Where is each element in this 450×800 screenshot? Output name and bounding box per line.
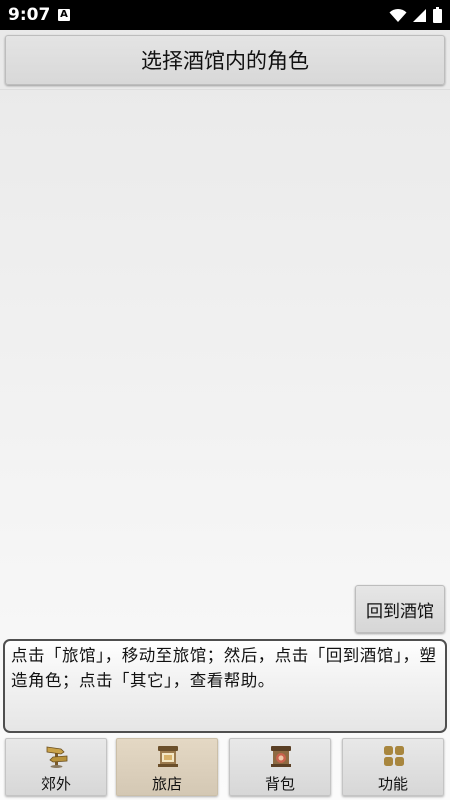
tab-label: 背包 — [264, 775, 295, 793]
status-bar: 9:07 A — [0, 0, 450, 30]
select-character-title-button[interactable]: 选择酒馆内的角色 — [5, 35, 445, 85]
bottom-tab-bar: 郊外 旅店 背包 功能 — [0, 736, 450, 800]
tab-inn[interactable]: 旅店 — [116, 738, 218, 796]
battery-icon — [433, 7, 442, 23]
message-box: 点击「旅馆」，移动至旅馆；然后，点击「回到酒馆」，塑造角色；点击「其它」，查看帮… — [3, 639, 447, 733]
signpost-icon — [46, 746, 68, 768]
tab-functions[interactable]: 功能 — [342, 738, 444, 796]
tab-backpack[interactable]: 背包 — [229, 738, 331, 796]
back-to-tavern-button[interactable]: 回到酒馆 — [355, 585, 445, 633]
inn-icon — [158, 746, 178, 767]
signal-icon — [413, 8, 426, 22]
tab-outskirts[interactable]: 郊外 — [5, 738, 107, 796]
status-time: 9:07 — [8, 5, 51, 25]
grid-icon — [384, 746, 404, 766]
tab-label: 功能 — [377, 775, 408, 793]
title-divider — [0, 89, 450, 90]
tab-label: 郊外 — [40, 775, 71, 793]
app-notification-icon: A — [58, 9, 70, 21]
backpack-icon — [271, 746, 291, 767]
wifi-icon — [389, 8, 407, 22]
tab-label: 旅店 — [151, 775, 182, 793]
status-icons — [389, 7, 442, 23]
